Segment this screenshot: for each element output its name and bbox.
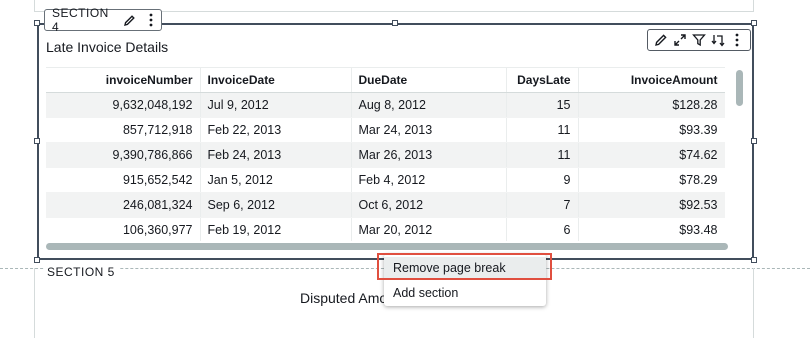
table-row[interactable]: 915,652,542 Jan 5, 2012 Feb 4, 2012 9 $7… [46,167,725,193]
menu-item-add-section[interactable]: Add section [384,282,546,304]
resize-handle[interactable] [34,138,40,144]
table-cell: 9 [506,167,579,193]
table-cell: 7 [506,192,579,218]
resize-handle[interactable] [34,20,40,26]
invoice-table: invoiceNumber InvoiceDate DueDate DaysLa… [46,67,725,241]
column-header[interactable]: InvoiceAmount [578,67,725,93]
table-row[interactable]: 246,081,324 Sep 6, 2012 Oct 6, 2012 7 $9… [46,192,725,218]
table-cell: Jan 5, 2012 [200,167,352,193]
table-cell: Feb 19, 2012 [200,217,352,241]
table-cell: 11 [506,142,579,168]
table-cell: $128.28 [578,92,725,118]
context-menu: Remove page break Add section [384,254,546,306]
table-cell: 106,360,977 [46,217,201,241]
table-cell: $93.48 [578,217,725,241]
more-vertical-icon[interactable] [144,12,158,28]
table-cell: 11 [506,117,579,143]
section-4-label: SECTION 4 [52,6,109,34]
table-cell: 857,712,918 [46,117,201,143]
resize-handle[interactable] [392,20,398,26]
visual-toolbar [647,29,751,51]
table-cell: 9,390,786,866 [46,142,201,168]
column-header[interactable]: DueDate [351,67,507,93]
pencil-icon[interactable] [122,12,136,28]
column-header[interactable]: InvoiceDate [200,67,352,93]
resize-handle[interactable] [751,257,757,263]
table-cell: 246,081,324 [46,192,201,218]
table-cell: 6 [506,217,579,241]
table-cell: Mar 20, 2012 [351,217,507,241]
resize-handle[interactable] [34,257,40,263]
table-row[interactable]: 9,390,786,866 Feb 24, 2013 Mar 26, 2013 … [46,142,725,168]
table-cell: Mar 24, 2013 [351,117,507,143]
table-cell: Feb 4, 2012 [351,167,507,193]
section-4-tag[interactable]: SECTION 4 [44,6,162,34]
visual-title: Late Invoice Details [46,39,169,55]
disputed-visual-title: Disputed Amo [300,290,388,306]
section-5-label[interactable]: SECTION 5 [44,265,119,279]
resize-handle[interactable] [751,138,757,144]
table-row[interactable]: 9,632,048,192 Jul 9, 2012 Aug 8, 2012 15… [46,92,725,118]
table-cell: Aug 8, 2012 [351,92,507,118]
table-row[interactable]: 857,712,918 Feb 22, 2013 Mar 24, 2013 11… [46,117,725,143]
table-cell: Feb 24, 2013 [200,142,352,168]
table-cell: $93.39 [578,117,725,143]
table-header-row: invoiceNumber InvoiceDate DueDate DaysLa… [46,67,725,93]
resize-handle[interactable] [751,20,757,26]
horizontal-scrollbar-thumb[interactable] [46,243,728,250]
table-cell: $74.62 [578,142,725,168]
drill-icon[interactable] [709,31,727,49]
column-header[interactable]: invoiceNumber [46,67,201,93]
vertical-scrollbar-thumb[interactable] [736,70,743,106]
column-header[interactable]: DaysLate [506,67,579,93]
table-cell: $78.29 [578,167,725,193]
late-invoice-visual[interactable]: Late Invoice Details invoiceNumber Invoi [37,23,754,260]
table-cell: 9,632,048,192 [46,92,201,118]
table-cell: $92.53 [578,192,725,218]
table-cell: 915,652,542 [46,167,201,193]
pencil-icon[interactable] [652,31,670,49]
expand-icon[interactable] [671,31,689,49]
table-cell: Feb 22, 2013 [200,117,352,143]
table-cell: 15 [506,92,579,118]
table-cell: Sep 6, 2012 [200,192,352,218]
table-cell: Jul 9, 2012 [200,92,352,118]
more-vertical-icon[interactable] [728,31,746,49]
vertical-scrollbar[interactable] [733,67,745,241]
table-row[interactable]: 106,360,977 Feb 19, 2012 Mar 20, 2012 6 … [46,217,725,241]
table-cell: Oct 6, 2012 [351,192,507,218]
table-cell: Mar 26, 2013 [351,142,507,168]
menu-item-remove-page-break[interactable]: Remove page break [384,257,546,279]
filter-icon[interactable] [690,31,708,49]
